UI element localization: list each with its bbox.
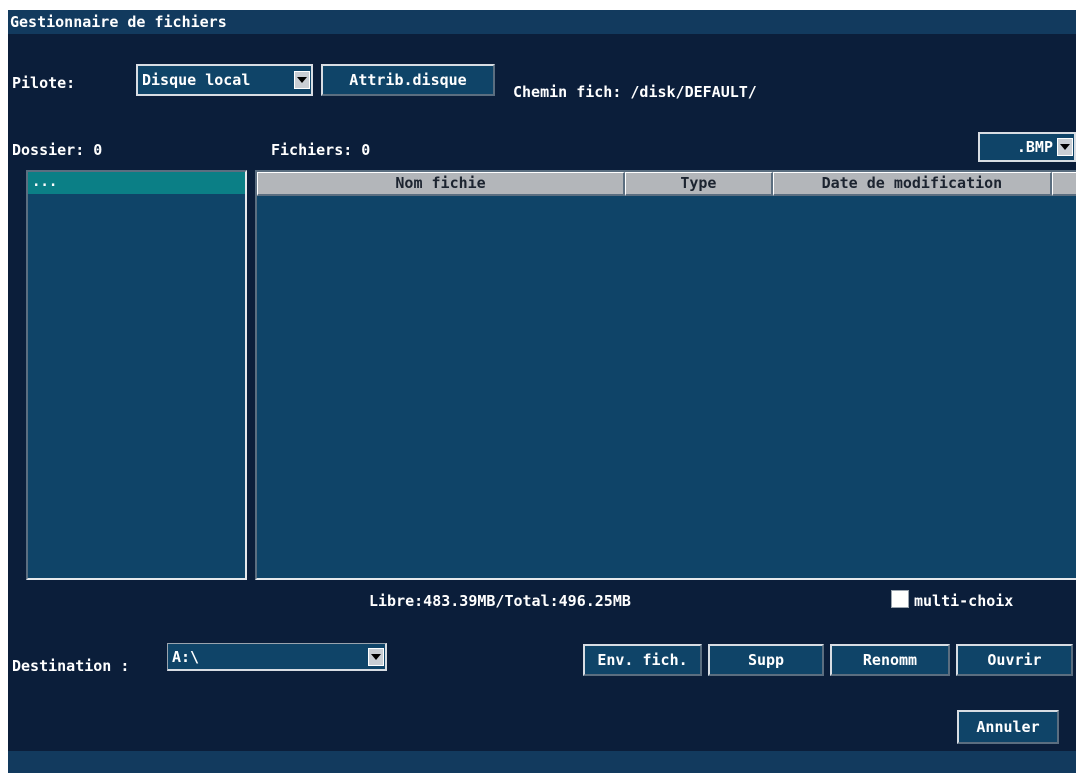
chevron-down-icon[interactable]: [368, 647, 384, 666]
pilote-select-value: Disque local: [142, 71, 251, 89]
disk-space: Libre:483.39MB/Total:496.25MB: [369, 592, 631, 610]
window-title: Gestionnaire de fichiers: [8, 10, 1076, 34]
destination-select-value: A:\: [172, 647, 200, 666]
file-table[interactable]: Nom fichie Type Date de modification: [255, 170, 1076, 580]
chevron-down-icon[interactable]: [1057, 138, 1073, 156]
chevron-down-icon[interactable]: [294, 71, 310, 89]
column-header-extra[interactable]: [1052, 172, 1076, 196]
multi-choix-label[interactable]: multi-choix: [914, 592, 1013, 610]
dossier-count: Dossier: 0: [12, 141, 103, 159]
column-header-type[interactable]: Type: [625, 172, 773, 196]
folder-item-parent[interactable]: ...: [28, 172, 245, 194]
rename-button[interactable]: Renomm: [830, 644, 950, 676]
column-header-name[interactable]: Nom fichie: [257, 172, 626, 196]
fichiers-count: Fichiers: 0: [271, 141, 371, 159]
pilote-select[interactable]: Disque local: [136, 64, 313, 96]
delete-button[interactable]: Supp: [708, 644, 824, 676]
destination-label: Destination :: [12, 657, 130, 675]
folder-list[interactable]: ...: [26, 170, 247, 580]
bottom-bar: [8, 751, 1076, 773]
file-manager-window: Gestionnaire de fichiers Pilote: Disque …: [8, 10, 1076, 773]
open-button[interactable]: Ouvrir: [956, 644, 1073, 676]
column-header-date[interactable]: Date de modification: [772, 172, 1053, 196]
file-type-filter-value: .BMP: [1016, 138, 1053, 156]
destination-select[interactable]: A:\: [167, 643, 387, 671]
file-path: Chemin fich: /disk/DEFAULT/: [513, 83, 757, 101]
cancel-button[interactable]: Annuler: [957, 710, 1059, 744]
checkbox-icon[interactable]: [891, 590, 909, 608]
pilote-label: Pilote:: [12, 74, 76, 92]
file-type-filter[interactable]: .BMP: [978, 132, 1076, 162]
table-header: Nom fichie Type Date de modification: [257, 172, 1076, 196]
send-file-button[interactable]: Env. fich.: [583, 644, 702, 676]
attrib-disque-button[interactable]: Attrib.disque: [321, 64, 495, 96]
